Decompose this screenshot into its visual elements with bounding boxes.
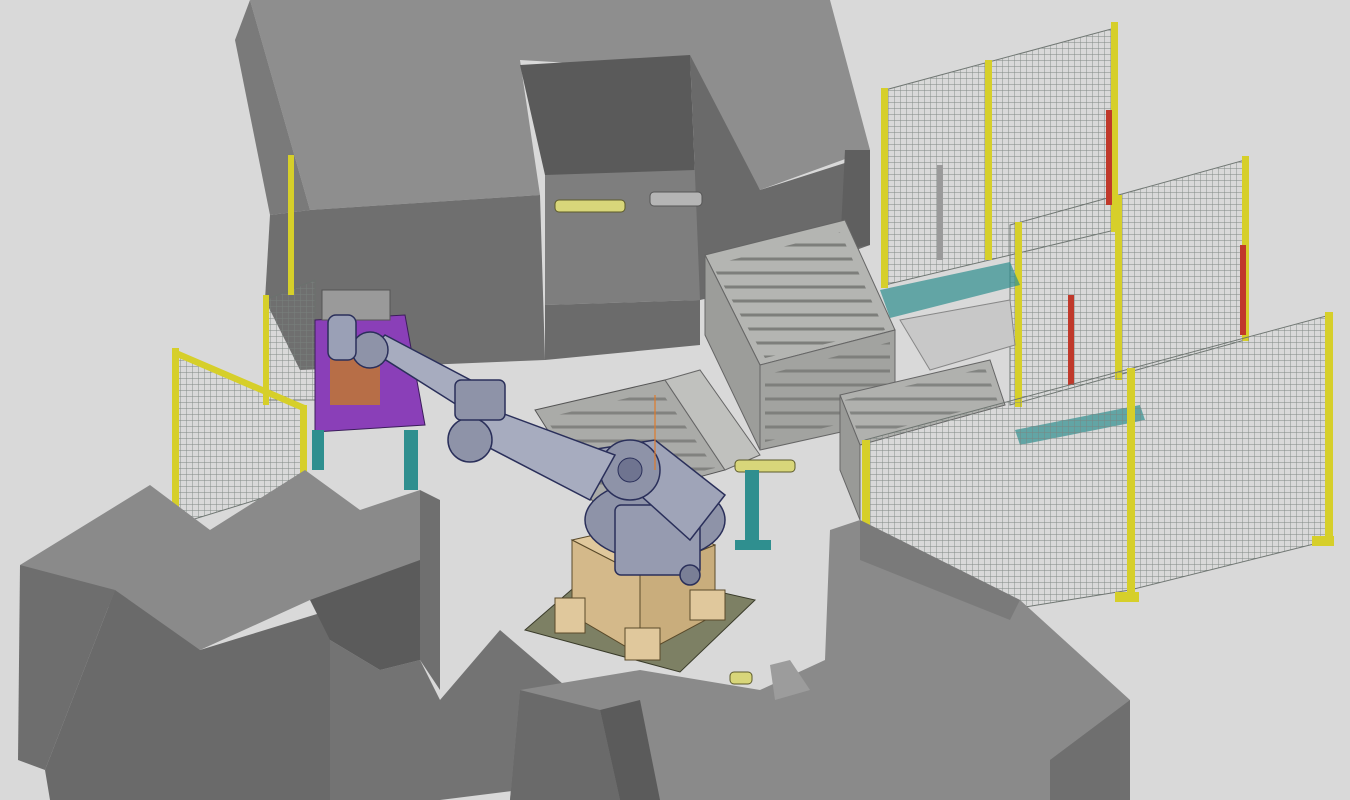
light-curtain [1240, 245, 1246, 335]
scene-canvas [0, 0, 1350, 800]
light-curtain [1068, 295, 1074, 385]
cad-scene [0, 0, 1350, 800]
light-curtain [1106, 110, 1112, 205]
